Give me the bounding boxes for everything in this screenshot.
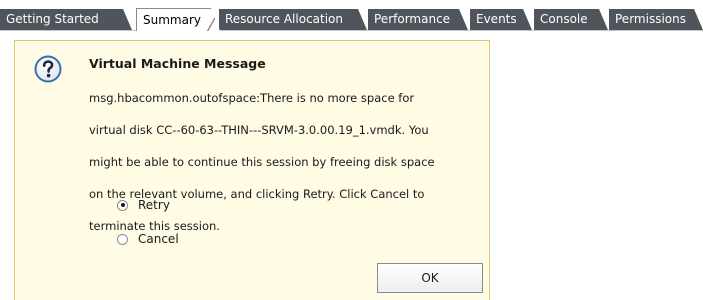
cancel-option[interactable]: Cancel xyxy=(117,230,179,248)
retry-radio[interactable] xyxy=(117,199,128,211)
tab-getting-started[interactable]: Getting Started xyxy=(0,9,132,30)
tab-bar-divider xyxy=(0,30,703,31)
tab-summary[interactable]: Summary xyxy=(136,8,220,31)
tab-permissions[interactable]: Permissions xyxy=(609,9,703,30)
cancel-label: Cancel xyxy=(138,232,179,246)
ok-button[interactable]: OK xyxy=(377,263,483,293)
question-icon xyxy=(34,55,62,83)
cancel-radio[interactable] xyxy=(117,233,128,245)
retry-label: Retry xyxy=(138,198,170,212)
tab-resource-allocation[interactable]: Resource Allocation xyxy=(219,9,367,30)
tab-bar: Getting Started Resource Allocation Perf… xyxy=(0,0,703,34)
message-body: msg.hbacommon.outofspace:There is no mor… xyxy=(89,74,461,250)
message-title: Virtual Machine Message xyxy=(89,56,266,71)
message-line: might be able to continue this session b… xyxy=(89,155,435,169)
retry-option[interactable]: Retry xyxy=(117,196,170,214)
tab-performance[interactable]: Performance xyxy=(368,9,468,30)
message-line: msg.hbacommon.outofspace:There is no mor… xyxy=(89,91,415,105)
tab-console[interactable]: Console xyxy=(534,9,608,30)
virtual-machine-message-panel: Virtual Machine Message msg.hbacommon.ou… xyxy=(14,40,490,300)
tab-events[interactable]: Events xyxy=(470,9,532,30)
message-line: virtual disk CC--60-63--THIN---SRVM-3.0.… xyxy=(89,123,429,137)
